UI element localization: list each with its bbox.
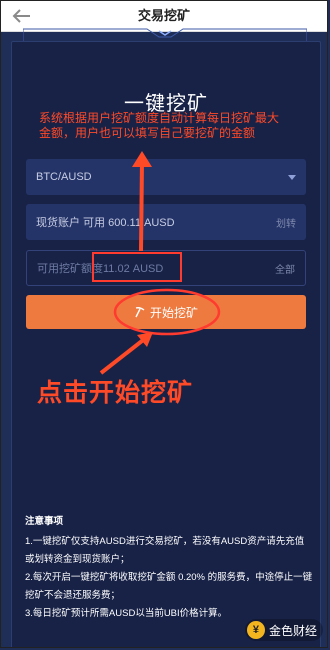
start-mining-button[interactable]: 开始挖矿	[26, 295, 306, 329]
coin-logo-icon: ¥	[246, 621, 265, 639]
start-mining-label: 开始挖矿	[149, 305, 198, 320]
annotation-note: 系统根据用户挖矿额度自动计算每日挖矿最大金额，用户也可以填写自己要挖矿的金额	[39, 111, 280, 140]
spot-account-field: 现货账户 可用 600.11 AUSD 划转	[26, 204, 306, 240]
all-button[interactable]: 全部	[275, 261, 295, 276]
mining-limit-label: 可用挖矿额度11.02 AUSD	[37, 263, 164, 275]
watermark: ¥ 金色财经	[244, 619, 323, 641]
notes-item: 1.一键挖矿仅支持AUSD进行交易挖矿，若没有AUSD资产请先充值或划转资金到现…	[25, 536, 305, 565]
annotation-callout: 点击开始挖矿	[37, 379, 194, 407]
notes-item: 2.每次开启一键挖矿将收取挖矿金额 0.20% 的服务费，中途停止一键挖矿不会退…	[25, 572, 313, 601]
chevron-down-icon	[288, 174, 296, 180]
notes-title: 注意事项	[25, 516, 64, 527]
pair-select[interactable]: BTC/AUSD	[26, 159, 306, 195]
app-screen: 交易挖矿 一键挖矿 系统根据用户挖矿额度自动计算每日挖矿最大金额，用户也可以填写…	[0, 0, 328, 648]
transfer-link[interactable]: 划转	[276, 215, 296, 230]
pair-select-value: BTC/AUSD	[36, 171, 92, 183]
header-ornament	[23, 28, 307, 41]
mining-amount-input[interactable]: 可用挖矿额度11.02 AUSD 全部	[26, 250, 306, 286]
spot-account-label: 现货账户 可用 600.11 AUSD	[36, 217, 175, 229]
watermark-text: 金色财经	[268, 623, 317, 638]
pickaxe-icon	[135, 307, 145, 318]
notes-section: 注意事项 1.一键挖矿仅支持AUSD进行交易挖矿，若没有AUSD资产请先充值或划…	[25, 513, 313, 623]
